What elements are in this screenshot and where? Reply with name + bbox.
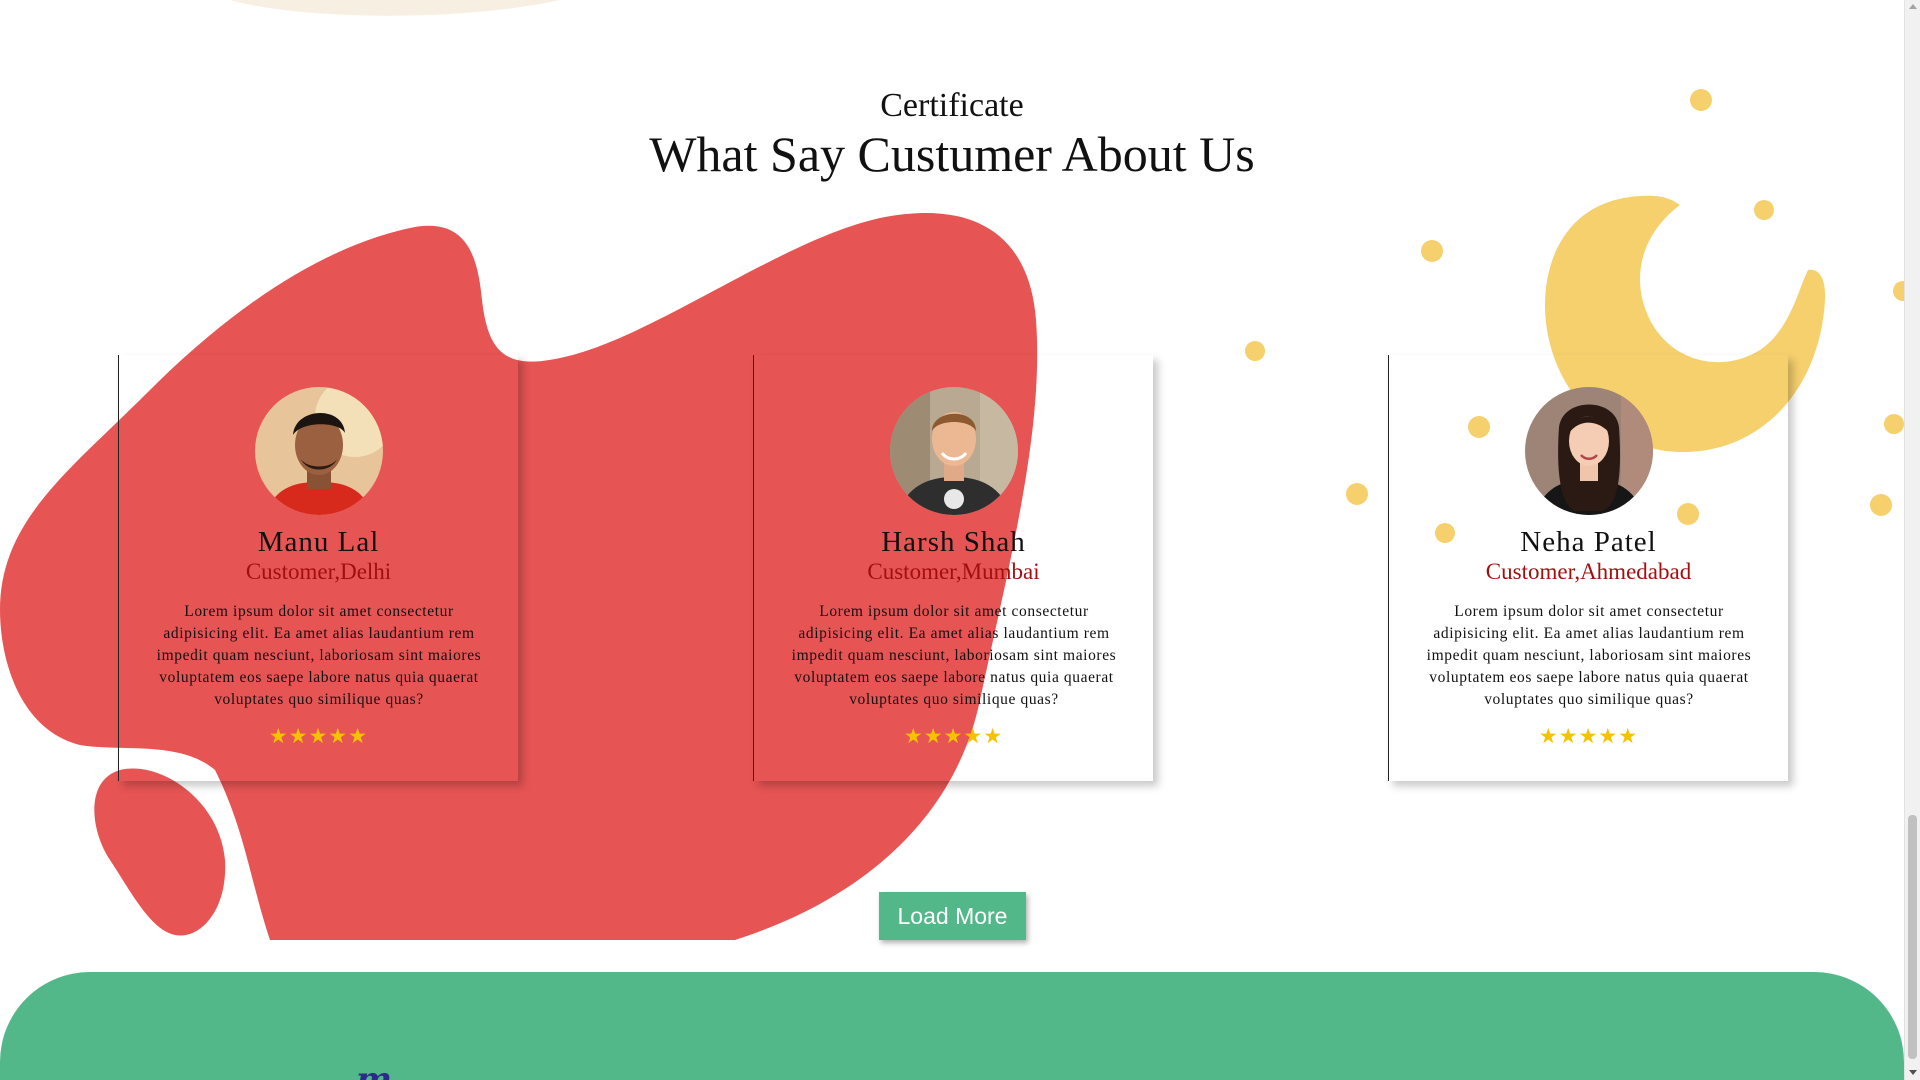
testimonial-card: Manu Lal Customer,Delhi Lorem ipsum dolo…	[118, 355, 518, 781]
arrow-up-icon[interactable]	[1909, 4, 1917, 9]
avatar	[1525, 387, 1653, 515]
customer-role: Customer,Mumbai	[867, 559, 1040, 584]
footer-logo[interactable]: m	[356, 1063, 392, 1080]
page: Certificate What Say Custumer About Us M…	[0, 0, 1920, 1080]
customer-name: Harsh Shah	[881, 526, 1026, 558]
star-rating: ★★★★★	[1538, 724, 1639, 748]
testimonial-card: Neha Patel Customer,Ahmedabad Lorem ipsu…	[1388, 355, 1788, 781]
testimonial-text: Lorem ipsum dolor sit amet consectetur a…	[791, 603, 1117, 708]
testimonial-card: Harsh Shah Customer,Mumbai Lorem ipsum d…	[753, 355, 1153, 781]
customer-role: Customer,Ahmedabad	[1485, 559, 1692, 584]
load-more-button[interactable]: Load More	[879, 892, 1026, 940]
testimonial-text: Lorem ipsum dolor sit amet consectetur a…	[1426, 603, 1752, 708]
avatar	[255, 387, 383, 515]
scrollbar-thumb[interactable]	[1908, 815, 1917, 1059]
section-title: What Say Custumer About Us	[649, 126, 1255, 182]
section-subtitle: Certificate	[880, 87, 1024, 124]
avatar	[890, 387, 1018, 515]
customer-role: Customer,Delhi	[245, 559, 392, 584]
red-drop	[94, 768, 226, 936]
scrollbar[interactable]	[1904, 0, 1920, 1080]
testimonial-text: Lorem ipsum dolor sit amet consectetur a…	[156, 603, 482, 708]
customer-name: Manu Lal	[257, 526, 380, 558]
footer-band	[0, 972, 1904, 1080]
star-rating: ★★★★★	[903, 724, 1004, 748]
star-rating: ★★★★★	[268, 724, 369, 748]
top-beige-blob	[230, 0, 560, 16]
arrow-down-icon[interactable]	[1909, 1070, 1917, 1075]
customer-name: Neha Patel	[1520, 526, 1657, 558]
